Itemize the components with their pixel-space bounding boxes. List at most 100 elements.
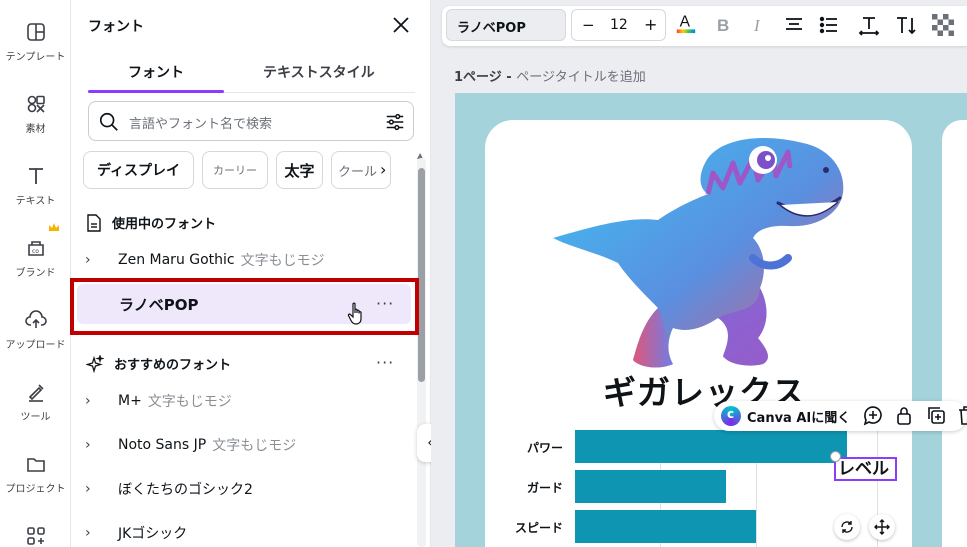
folder-icon bbox=[26, 458, 45, 472]
chevron-right-icon[interactable]: › bbox=[380, 160, 386, 179]
rail-item-tools[interactable]: ツール bbox=[0, 380, 71, 423]
font-panel: フォント フォント テキストスタイル 言語やフォント名で検索 ディスプレイ カー… bbox=[71, 0, 431, 547]
font-row[interactable]: › ぼくたちのゴシック2 bbox=[85, 469, 415, 509]
duplicate-icon[interactable] bbox=[925, 404, 947, 426]
rail-item-projects[interactable]: プロジェクト bbox=[0, 452, 71, 495]
chip-bold[interactable]: 太字 bbox=[276, 151, 323, 189]
font-sample: 文字もじモジ bbox=[147, 394, 232, 410]
trash-icon[interactable] bbox=[955, 404, 967, 426]
rail-item-brand[interactable]: co ブランド bbox=[0, 223, 71, 279]
text-icon bbox=[28, 168, 43, 184]
rail-item-elements[interactable]: 素材 bbox=[0, 92, 71, 135]
align-center-icon[interactable] bbox=[783, 14, 805, 36]
in-use-heading-label: 使用中のフォント bbox=[112, 217, 217, 232]
transparency-icon[interactable] bbox=[932, 14, 954, 36]
hand-cursor-icon bbox=[347, 302, 362, 325]
svg-text:I: I bbox=[753, 16, 761, 35]
svg-text:co: co bbox=[32, 248, 39, 255]
chart-category-label: ガード bbox=[526, 481, 563, 495]
font-size-value[interactable]: 12 bbox=[610, 17, 628, 33]
scrollbar-thumb[interactable] bbox=[418, 168, 425, 382]
canva-ai-label[interactable]: Canva AIに聞く bbox=[747, 407, 850, 426]
upload-icon bbox=[24, 310, 47, 328]
chip-curly[interactable]: カーリー bbox=[202, 151, 268, 189]
chevron-right-icon[interactable]: › bbox=[85, 525, 105, 541]
rail-item-label: 素材 bbox=[25, 124, 46, 135]
rail-item-label: テンプレート bbox=[5, 52, 66, 63]
elements-icon bbox=[27, 95, 45, 113]
move-icon bbox=[874, 519, 890, 535]
resize-handle[interactable] bbox=[830, 451, 841, 462]
apps-icon bbox=[26, 527, 45, 545]
rail-item-label: テキスト bbox=[15, 196, 56, 207]
chevron-right-icon[interactable]: › bbox=[85, 252, 105, 268]
page-number-label: 1ページ - bbox=[454, 70, 517, 85]
chart-category-label: パワー bbox=[526, 441, 563, 455]
chart-bar[interactable] bbox=[575, 470, 726, 503]
tab-text-styles[interactable]: テキストスタイル bbox=[263, 62, 375, 82]
rotate-button[interactable] bbox=[834, 514, 860, 540]
search-icon bbox=[99, 112, 118, 131]
chart-bar[interactable] bbox=[575, 510, 757, 543]
svg-text:A: A bbox=[680, 14, 691, 31]
increase-size-button[interactable]: + bbox=[644, 15, 657, 34]
font-row[interactable]: › JKゴシック bbox=[85, 513, 415, 547]
decrease-size-button[interactable]: − bbox=[582, 16, 595, 34]
selected-text-element[interactable]: レベル bbox=[834, 457, 897, 481]
font-sample: 文字もじモジ bbox=[212, 438, 297, 454]
design-card-next[interactable] bbox=[942, 120, 967, 547]
rail-item-text[interactable]: テキスト bbox=[0, 164, 71, 207]
font-name: Noto Sans JP bbox=[118, 437, 207, 453]
font-name: ぼくたちのゴシック2 bbox=[118, 482, 253, 498]
text-size-icon[interactable] bbox=[895, 14, 917, 36]
recommended-heading-label: おすすめのフォント bbox=[114, 358, 232, 373]
rotate-icon bbox=[841, 521, 853, 533]
font-name: M+ bbox=[118, 393, 142, 409]
lock-icon[interactable] bbox=[893, 404, 915, 426]
font-family-select[interactable]: ラノベPOP bbox=[446, 9, 566, 41]
italic-icon[interactable]: I bbox=[748, 14, 770, 36]
letter-spacing-icon[interactable] bbox=[858, 14, 880, 36]
rail-item-label: ツール bbox=[20, 412, 51, 423]
chevron-right-icon[interactable]: › bbox=[85, 481, 105, 497]
chevron-right-icon[interactable]: › bbox=[85, 393, 105, 409]
rail-item-label: ブランド bbox=[15, 268, 56, 279]
active-tab-indicator bbox=[88, 90, 224, 93]
bold-icon[interactable]: B bbox=[713, 14, 735, 36]
filter-icon[interactable] bbox=[384, 111, 406, 133]
font-search-input[interactable]: 言語やフォント名で検索 bbox=[88, 101, 414, 141]
font-size-stepper[interactable]: − 12 + bbox=[571, 9, 666, 41]
rail-item-templates[interactable]: テンプレート bbox=[0, 20, 71, 63]
font-row[interactable]: › M+ 文字もじモジ bbox=[85, 381, 415, 421]
list-icon[interactable] bbox=[818, 14, 840, 36]
panel-title: フォント bbox=[88, 19, 144, 35]
font-name: JKゴシック bbox=[118, 526, 188, 542]
rail-item-upload[interactable]: アップロード bbox=[0, 308, 71, 351]
crown-icon bbox=[49, 223, 59, 231]
rail-item-label: アップロード bbox=[5, 340, 66, 351]
font-name: Zen Maru Gothic bbox=[118, 252, 235, 268]
app-root: テンプレート 素材 テキスト co ブランド アップロード ツール プロジェクト bbox=[0, 0, 967, 547]
font-row[interactable]: › Zen Maru Gothic 文字もじモジ bbox=[85, 240, 415, 280]
page-label: 1ページ - ページタイトルを追加 bbox=[454, 66, 646, 85]
document-icon bbox=[87, 213, 101, 232]
text-color-icon[interactable]: A bbox=[675, 12, 697, 34]
brand-icon: co bbox=[27, 241, 44, 256]
tab-fonts[interactable]: フォント bbox=[128, 62, 184, 82]
chip-display[interactable]: ディスプレイ bbox=[83, 151, 194, 189]
page-title-input[interactable]: ページタイトルを追加 bbox=[516, 70, 645, 85]
comment-add-icon[interactable] bbox=[862, 404, 884, 426]
chevron-right-icon[interactable]: › bbox=[85, 437, 105, 453]
canva-ai-logo-icon bbox=[721, 406, 741, 426]
close-icon[interactable] bbox=[389, 13, 413, 37]
rail-item-apps[interactable] bbox=[0, 524, 71, 547]
chart-bar[interactable] bbox=[575, 430, 847, 463]
template-icon bbox=[26, 23, 45, 41]
dinosaur-illustration[interactable] bbox=[548, 128, 848, 374]
more-options-icon[interactable]: ··· bbox=[376, 353, 394, 372]
font-row[interactable]: › Noto Sans JP 文字もじモジ bbox=[85, 425, 415, 465]
font-sample: 文字もじモジ bbox=[240, 253, 325, 269]
move-button[interactable] bbox=[869, 514, 895, 540]
left-rail: テンプレート 素材 テキスト co ブランド アップロード ツール プロジェクト bbox=[0, 0, 71, 547]
sparkle-icon bbox=[86, 354, 104, 373]
